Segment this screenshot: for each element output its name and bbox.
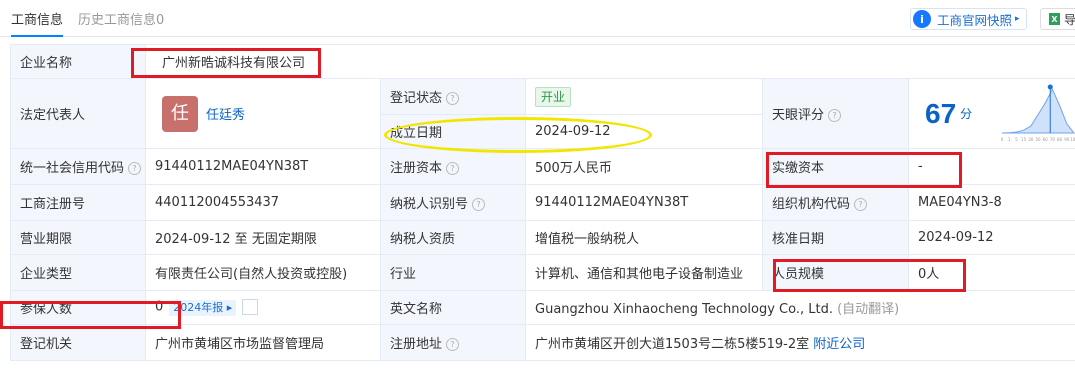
legal-rep-cell: 任任廷秀 — [145, 78, 381, 149]
snapshot-label: 工商官网快照 — [937, 12, 1013, 28]
annual-report-link[interactable]: 2024年报 ▸ — [169, 299, 237, 316]
annual-report-label: 2024年报 — [173, 300, 224, 314]
avatar: 任 — [162, 95, 198, 132]
reg-status-label-cell: 登记状态? — [380, 78, 526, 115]
score-tick-label: 100 — [1070, 137, 1075, 142]
biz-reg-no-label: 工商注册号 — [10, 184, 146, 221]
org-code-label: 组织机构代码 — [772, 197, 851, 212]
biz-reg-no: 440112004553437 — [145, 184, 381, 221]
info-icon: i — [913, 10, 931, 28]
industry-label: 行业 — [380, 254, 526, 291]
reg-capital-label-cell: 注册资本? — [380, 148, 526, 185]
score-distribution-area — [1002, 88, 1075, 134]
export-button[interactable]: X 导 — [1040, 8, 1075, 30]
score-marker-point — [1047, 84, 1053, 90]
english-name-cell: Guangzhou Xinhaocheng Technology Co., Lt… — [524, 290, 1075, 325]
help-icon[interactable]: ? — [128, 162, 142, 175]
score-tick-label: 0 — [1001, 137, 1004, 142]
org-code-label-cell: 组织机构代码? — [762, 184, 909, 221]
staff-size: 0人 — [907, 254, 1075, 291]
chevron-right-icon: ▸ — [226, 300, 233, 314]
credit-code-label: 统一社会信用代码 — [20, 161, 125, 176]
company-type-label: 企业类型 — [10, 254, 146, 291]
score-tick-label: 1 — [1008, 137, 1011, 142]
score-tick-label: 5 — [1015, 137, 1018, 142]
address: 广州市黄埔区开创大道1503号二栋5楼519-2室 — [535, 337, 810, 352]
taxpayer-qual-label: 纳税人资质 — [380, 220, 526, 255]
reg-capital: 500万人民币 — [525, 148, 763, 185]
help-icon[interactable]: ? — [472, 198, 486, 211]
score-tick-label: 15 — [1021, 137, 1027, 142]
address-cell: 广州市黄埔区开创大道1503号二栋5楼519-2室 附近公司 — [524, 324, 1075, 361]
legal-rep-name-link[interactable]: 任廷秀 — [206, 108, 245, 123]
business-info-table: 企业名称 广州新晧诚科技有限公司 法定代表人 任任廷秀 登记状态? 开业 天眼评… — [10, 44, 1075, 361]
insured-count: 0 — [155, 299, 164, 315]
reg-status-label: 登记状态 — [390, 91, 443, 106]
authority: 广州市黄埔区市场监督管理局 — [145, 324, 381, 361]
company-name: 广州新晧诚科技有限公司 — [144, 44, 1075, 79]
org-code: MAE04YN3-8 — [907, 184, 1075, 221]
excel-icon: X — [1049, 13, 1060, 25]
authority-label: 登记机关 — [10, 324, 146, 361]
english-name-note: (自动翻译) — [837, 302, 900, 317]
help-icon[interactable]: ? — [446, 92, 460, 105]
company-name-label: 企业名称 — [10, 44, 146, 79]
nearby-companies-link[interactable]: 附近公司 — [813, 337, 865, 352]
insured-cell: 0 2024年报 ▸ — [145, 290, 381, 325]
taxpayer-id-label: 纳税人识别号 — [390, 197, 469, 212]
tianyan-label-cell: 天眼评分? — [762, 78, 909, 149]
score-tick-label: 30 — [1028, 137, 1034, 142]
legal-rep-label: 法定代表人 — [10, 78, 146, 149]
score-tick-label: 60 — [1043, 137, 1049, 142]
english-name-label: 英文名称 — [380, 290, 526, 325]
term-label: 营业期限 — [10, 220, 146, 255]
score-tick-label: 80 — [1057, 137, 1063, 142]
taxpayer-id: 91440112MAE04YN38T — [525, 184, 763, 221]
staff-size-label: 人员规模 — [762, 254, 909, 291]
trend-chart-icon[interactable] — [242, 299, 259, 316]
tab-business-info[interactable]: 工商信息 — [11, 9, 64, 37]
tianyan-score-unit: 分 — [960, 107, 973, 121]
approval-date: 2024-09-12 — [907, 220, 1075, 255]
credit-code: 91440112MAE04YN38T — [145, 148, 381, 185]
tab-bar: 工商信息 历史工商信息0 i 工商官网快照 ▸ X 导 — [0, 0, 1075, 37]
reg-status-cell: 开业 — [525, 78, 763, 115]
found-date: 2024-09-12 — [525, 114, 763, 149]
insured-label: 参保人数 — [10, 290, 146, 325]
tab-history-info[interactable]: 历史工商信息0 — [78, 9, 164, 28]
official-snapshot-button[interactable]: i 工商官网快照 ▸ — [910, 8, 1027, 30]
reg-capital-label: 注册资本 — [390, 161, 443, 176]
taxpayer-id-label-cell: 纳税人识别号? — [380, 184, 526, 221]
help-icon[interactable]: ? — [446, 338, 460, 351]
export-label: 导 — [1064, 12, 1075, 27]
score-distribution-chart: 01515305060708090100 — [1001, 84, 1075, 142]
industry: 计算机、通信和其他电子设备制造业 — [525, 254, 763, 291]
paid-capital-label: 实缴资本 — [762, 148, 909, 185]
score-tick-label: 70 — [1050, 137, 1056, 142]
taxpayer-qual: 增值税一般纳税人 — [525, 220, 763, 255]
status-badge: 开业 — [535, 86, 572, 107]
chevron-right-icon: ▸ — [1015, 14, 1020, 24]
score-tick-label: 90 — [1064, 137, 1070, 142]
found-date-label: 成立日期 — [380, 114, 526, 149]
help-icon[interactable]: ? — [854, 198, 868, 211]
score-tick-label: 50 — [1035, 137, 1041, 142]
tianyan-score-cell[interactable]: 67分 01515305060708090100 — [907, 78, 1075, 149]
help-icon[interactable]: ? — [446, 162, 460, 175]
term: 2024-09-12 至 无固定期限 — [145, 220, 381, 255]
address-label-cell: 注册地址? — [380, 324, 526, 361]
paid-capital: - — [907, 148, 1075, 185]
address-label: 注册地址 — [390, 337, 443, 352]
company-type: 有限责任公司(自然人投资或控股) — [145, 254, 381, 291]
english-name: Guangzhou Xinhaocheng Technology Co., Lt… — [535, 302, 833, 317]
credit-code-label-cell: 统一社会信用代码? — [10, 148, 146, 185]
help-icon[interactable]: ? — [828, 109, 842, 122]
tianyan-label: 天眼评分 — [772, 108, 825, 123]
tianyan-score: 67 — [925, 97, 957, 129]
approval-date-label: 核准日期 — [762, 220, 909, 255]
